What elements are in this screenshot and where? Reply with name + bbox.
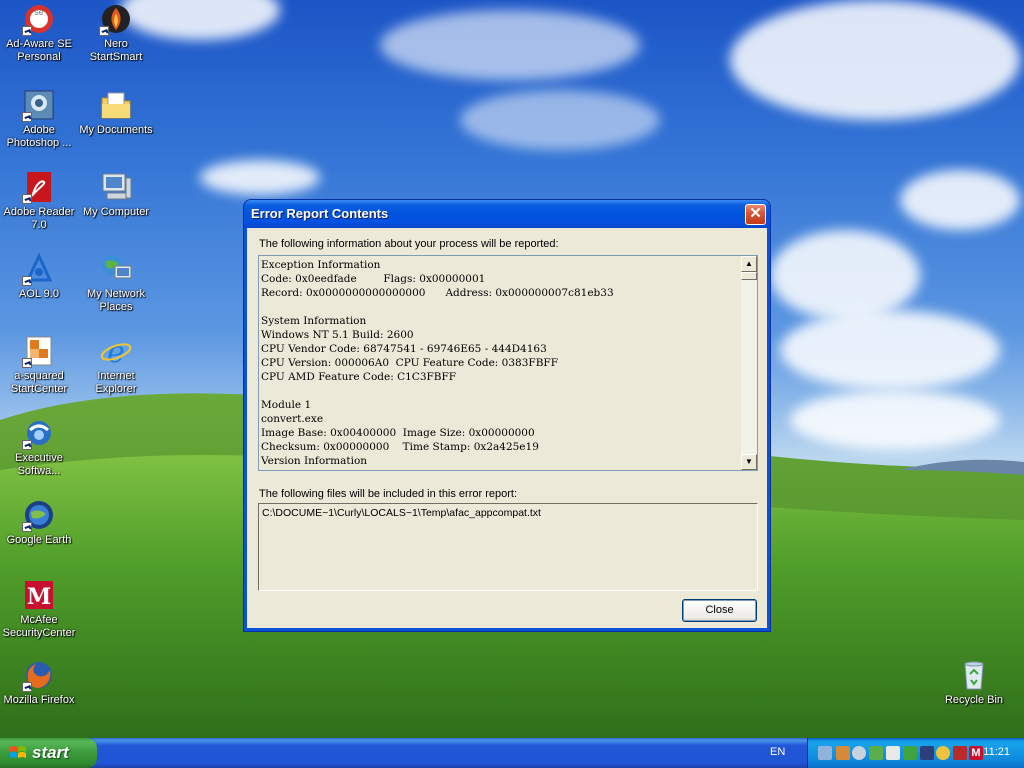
taskbar: start EN M 11:21 xyxy=(0,738,1024,768)
clock[interactable]: 11:21 xyxy=(983,746,1010,758)
my-documents-icon[interactable]: My Documents xyxy=(77,88,155,137)
files-label: The following files will be included in … xyxy=(259,488,518,500)
recycle-bin-icon[interactable]: Recycle Bin xyxy=(935,658,1013,707)
start-label: start xyxy=(32,743,69,762)
a-squared-icon[interactable]: a-squared StartCenter xyxy=(0,334,78,396)
firefox-icon[interactable]: Mozilla Firefox xyxy=(0,658,78,707)
executive-software-icon[interactable]: Executive Softwa... xyxy=(0,416,78,478)
svg-text:M: M xyxy=(27,584,51,610)
internet-explorer-icon[interactable]: e Internet Explorer xyxy=(77,334,155,396)
adobe-reader-icon[interactable]: Adobe Reader 7.0 xyxy=(0,170,78,232)
volume-icon[interactable] xyxy=(852,746,866,760)
ad-aware-icon[interactable]: se Ad-Aware SE Personal xyxy=(0,2,78,64)
dialog-body: The following information about your pro… xyxy=(247,228,767,628)
error-report-dialog: Error Report Contents ✕ The following in… xyxy=(244,200,770,631)
google-earth-icon[interactable]: Google Earth xyxy=(0,498,78,547)
start-button[interactable]: start xyxy=(0,738,97,768)
mcafee-tray-icon[interactable]: M xyxy=(969,746,983,760)
svg-text:e: e xyxy=(107,335,125,368)
report-contents-box[interactable]: Exception Information Code: 0x0eedfade F… xyxy=(258,255,758,471)
sync-icon[interactable] xyxy=(869,746,883,760)
system-tray: M 11:21 xyxy=(807,738,1024,768)
scroll-up-button[interactable]: ▲ xyxy=(741,256,757,272)
scroll-down-button[interactable]: ▼ xyxy=(741,454,757,470)
language-indicator[interactable]: EN xyxy=(770,746,785,758)
report-scrollbar[interactable]: ▲ ▼ xyxy=(741,256,757,470)
report-contents-text[interactable]: Exception Information Code: 0x0eedfade F… xyxy=(261,258,739,468)
my-computer-icon[interactable]: My Computer xyxy=(77,170,155,219)
update-icon[interactable] xyxy=(920,746,934,760)
network-icon[interactable] xyxy=(818,746,832,760)
network-places-icon[interactable]: My Network Places xyxy=(77,252,155,314)
intro-label: The following information about your pro… xyxy=(259,238,559,250)
file-path-item[interactable]: C:\DOCUME~1\Curly\LOCALS~1\Temp\afac_app… xyxy=(262,507,541,519)
dialog-title: Error Report Contents xyxy=(251,206,389,221)
close-icon[interactable]: ✕ xyxy=(745,204,766,225)
printer-icon[interactable] xyxy=(903,746,917,760)
close-button[interactable]: Close xyxy=(682,599,757,622)
app-icon[interactable] xyxy=(836,746,850,760)
mcafee-icon[interactable]: M McAfee SecurityCenter xyxy=(0,578,78,640)
wireless-icon[interactable] xyxy=(936,746,950,760)
scroll-thumb[interactable] xyxy=(741,272,757,280)
svg-text:se: se xyxy=(34,7,44,17)
nero-icon[interactable]: Nero StartSmart xyxy=(77,2,155,64)
photoshop-icon[interactable]: Adobe Photoshop ... xyxy=(0,88,78,150)
aol-icon[interactable]: AOL 9.0 xyxy=(0,252,78,301)
files-list-box[interactable]: C:\DOCUME~1\Curly\LOCALS~1\Temp\afac_app… xyxy=(258,503,758,591)
windows-logo-icon xyxy=(10,746,26,758)
security-icon[interactable] xyxy=(886,746,900,760)
antivirus-icon[interactable] xyxy=(953,746,967,760)
dialog-titlebar[interactable]: Error Report Contents ✕ xyxy=(244,200,770,228)
